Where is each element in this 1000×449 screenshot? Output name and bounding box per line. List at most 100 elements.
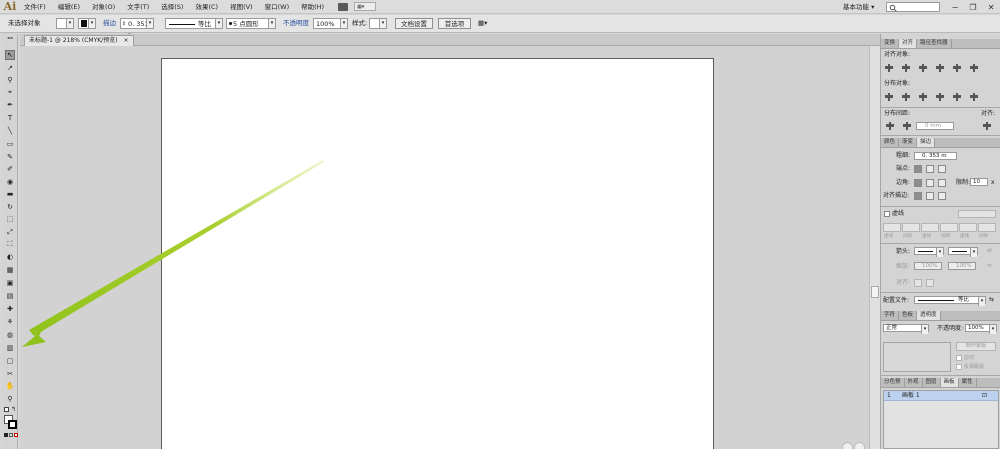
- blend-tool-icon[interactable]: ⚘: [5, 317, 15, 327]
- weight-field[interactable]: 0. 353 m: [914, 152, 957, 160]
- stroke-color-swatch[interactable]: [8, 420, 17, 429]
- gradient-mode-icon[interactable]: [9, 433, 13, 437]
- menu-object[interactable]: 对象(O): [86, 0, 121, 14]
- gap-field-1[interactable]: [902, 223, 920, 232]
- workspace-switcher[interactable]: 基本功能 ▾: [843, 1, 874, 13]
- shape-builder-tool-icon[interactable]: ◐: [5, 252, 15, 262]
- tab-appearance[interactable]: 外观: [905, 378, 923, 387]
- scale-tool-icon[interactable]: ⬚: [5, 214, 15, 224]
- hand-tool-icon[interactable]: ✋: [5, 381, 15, 391]
- tab-transparency[interactable]: 透明度: [917, 311, 941, 320]
- gap-field-3[interactable]: [978, 223, 996, 232]
- miter-join-icon[interactable]: [914, 179, 922, 187]
- swap-colors-icon[interactable]: ↰: [11, 406, 16, 413]
- dash-alignment-buttons[interactable]: [958, 210, 996, 218]
- arrange-documents-dropdown[interactable]: ▦▾: [354, 2, 377, 11]
- line-tool-icon[interactable]: ╲: [5, 126, 15, 136]
- perspective-grid-tool-icon[interactable]: ▦: [5, 265, 15, 275]
- gap-field-2[interactable]: [940, 223, 958, 232]
- arrow-shaft[interactable]: [29, 160, 324, 336]
- bevel-join-icon[interactable]: [938, 179, 946, 187]
- mesh-tool-icon[interactable]: ▣: [5, 278, 15, 288]
- align-outside-stroke-icon[interactable]: [938, 192, 946, 200]
- menu-file[interactable]: 文件(F): [20, 0, 52, 14]
- limit-field[interactable]: 10: [970, 178, 988, 186]
- paintbrush-tool-icon[interactable]: ✎: [5, 152, 15, 162]
- end-scale-field[interactable]: 100%: [948, 262, 976, 270]
- opacity-field[interactable]: 100% ▾: [965, 324, 997, 334]
- tab-gradient[interactable]: 渐变: [899, 138, 918, 147]
- menu-window[interactable]: 窗口(W): [259, 0, 296, 14]
- scrollbar-thumb[interactable]: [871, 286, 879, 298]
- dash-field-2[interactable]: [921, 223, 939, 232]
- align-hcenter-icon[interactable]: [902, 64, 910, 72]
- graphic-style-swatch[interactable]: ▾: [369, 18, 387, 29]
- start-scale-field[interactable]: 100%: [914, 262, 942, 270]
- restore-button[interactable]: ❐: [969, 3, 976, 12]
- bridge-icon[interactable]: [338, 2, 349, 11]
- search-input[interactable]: [886, 2, 940, 12]
- start-arrowhead-select[interactable]: ▾: [914, 247, 944, 257]
- menu-select[interactable]: 选择(S): [155, 0, 189, 14]
- zoom-tool-icon[interactable]: ⚲: [5, 394, 15, 404]
- direct-selection-tool-icon[interactable]: ↗: [5, 63, 15, 73]
- dash-field-1[interactable]: [883, 223, 901, 232]
- fill-swatch[interactable]: ▾: [56, 18, 74, 29]
- menu-help[interactable]: 帮助(H): [295, 0, 330, 14]
- close-button[interactable]: ✕: [988, 3, 995, 12]
- profile-select[interactable]: 等比 ▾: [914, 296, 986, 306]
- none-mode-icon[interactable]: [14, 433, 18, 437]
- tab-stroke[interactable]: 描边: [917, 138, 936, 147]
- tab-attributes[interactable]: 属性: [959, 378, 977, 387]
- dashed-line-checkbox[interactable]: [884, 211, 890, 217]
- stroke-swatch[interactable]: ▾: [78, 18, 96, 29]
- artboard-tool-icon[interactable]: ▢: [5, 356, 15, 366]
- distribute-top-icon[interactable]: [885, 93, 893, 101]
- flip-icon[interactable]: ⇆: [989, 296, 994, 304]
- variable-width-profile[interactable]: 等比 ▾: [165, 18, 223, 29]
- distribute-bottom-icon[interactable]: [919, 93, 927, 101]
- rotate-tool-icon[interactable]: ↻: [5, 202, 15, 212]
- canvas-area[interactable]: [20, 46, 880, 449]
- vertical-scrollbar[interactable]: [869, 46, 880, 449]
- tab-color[interactable]: 颜色: [881, 138, 900, 147]
- artboard-options-icon[interactable]: ⊡: [982, 392, 987, 400]
- stroke-weight-field[interactable]: ⇕0. 353 r▾: [120, 18, 154, 39]
- link-icon[interactable]: ∞: [987, 262, 992, 270]
- distribute-hcenter-icon[interactable]: [953, 93, 961, 101]
- arrange-icon[interactable]: ▦▾: [478, 18, 494, 29]
- tab-pathfinder[interactable]: 路径查找器: [917, 39, 952, 48]
- round-cap-icon[interactable]: [926, 165, 934, 173]
- distribute-left-icon[interactable]: [936, 93, 944, 101]
- blend-mode-select[interactable]: 正常 ▾: [883, 324, 929, 334]
- tab-transform[interactable]: 变换: [881, 39, 900, 48]
- projecting-cap-icon[interactable]: [938, 165, 946, 173]
- gradient-tool-icon[interactable]: ▤: [5, 291, 15, 301]
- brush-definition[interactable]: 5 点圆形 ▾: [226, 18, 276, 29]
- swap-arrowheads-icon[interactable]: ⇄: [987, 247, 992, 255]
- opacity-field[interactable]: 100% ▾: [313, 18, 348, 29]
- stroke-panel-link[interactable]: 描边: [103, 18, 116, 29]
- align-top-icon[interactable]: [936, 64, 944, 72]
- align-inside-stroke-icon[interactable]: [926, 192, 934, 200]
- lasso-tool-icon[interactable]: ⌖: [5, 87, 15, 97]
- invert-mask-checkbox[interactable]: [956, 364, 962, 370]
- align-vcenter-icon[interactable]: [953, 64, 961, 72]
- menu-view[interactable]: 视图(V): [224, 0, 259, 14]
- distribute-hspace-icon[interactable]: [903, 122, 911, 130]
- pencil-tool-icon[interactable]: ✐: [5, 164, 15, 174]
- column-graph-tool-icon[interactable]: ▥: [5, 343, 15, 353]
- arrow-artwork[interactable]: [20, 46, 880, 449]
- default-colors-icon[interactable]: [4, 407, 9, 412]
- close-tab-icon[interactable]: ×: [124, 36, 129, 46]
- align-right-icon[interactable]: [919, 64, 927, 72]
- document-tab[interactable]: 未标题-1 @ 218% (CMYK/预览) ×: [24, 35, 134, 46]
- minimize-button[interactable]: −: [952, 3, 959, 12]
- tab-character[interactable]: 字符: [881, 311, 900, 320]
- opacity-panel-link[interactable]: 不透明度: [283, 18, 309, 29]
- tab-separations-preview[interactable]: 分色预: [881, 378, 905, 387]
- menu-edit[interactable]: 编辑(E): [52, 0, 86, 14]
- align-to-selection-icon[interactable]: [983, 122, 991, 130]
- dash-field-3[interactable]: [959, 223, 977, 232]
- tab-swatches[interactable]: 色板: [899, 311, 918, 320]
